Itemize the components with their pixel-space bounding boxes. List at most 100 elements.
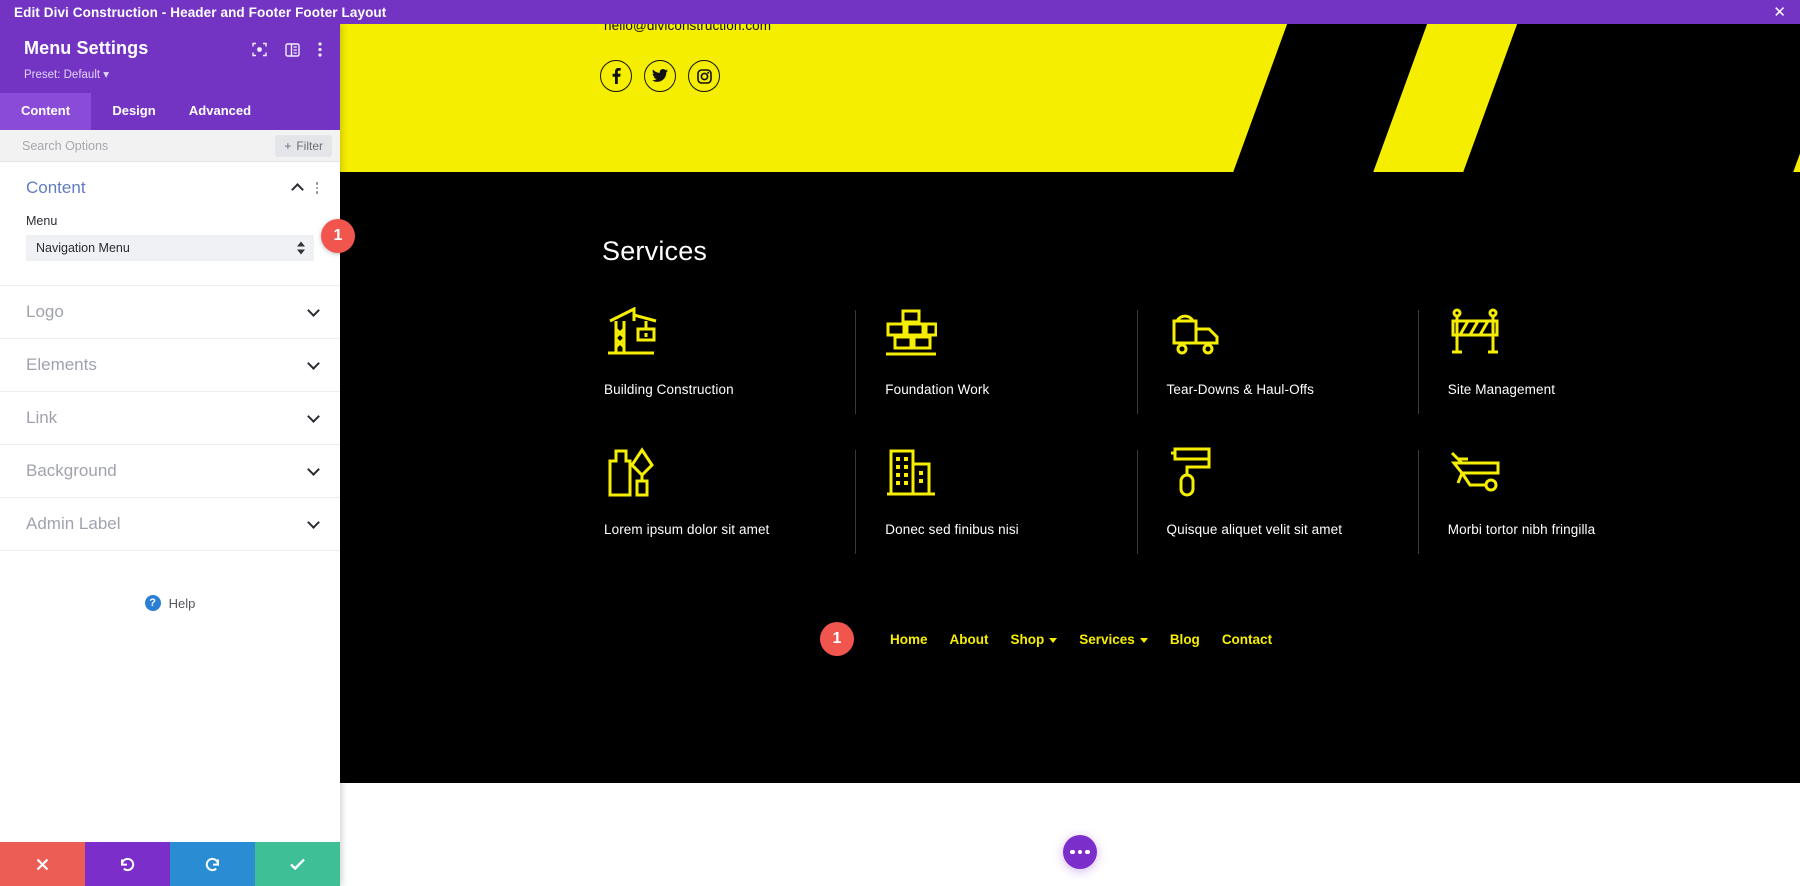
tab-content[interactable]: Content xyxy=(0,93,91,130)
service-item[interactable]: Building Construction xyxy=(600,304,881,444)
service-label: Site Management xyxy=(1447,382,1556,397)
chevron-down-icon[interactable] xyxy=(307,303,320,317)
buildings-icon xyxy=(885,444,1162,502)
chevron-down-icon[interactable] xyxy=(307,356,320,370)
redo-button[interactable] xyxy=(170,842,255,886)
section-admin-label: Admin Label xyxy=(0,498,340,551)
section-title: Elements xyxy=(26,355,97,374)
paint-roller-icon xyxy=(1167,444,1444,502)
footer-nav-label: Contact xyxy=(1221,631,1273,647)
footer-nav-item-services[interactable]: Services xyxy=(1079,632,1148,647)
service-item[interactable]: Lorem ipsum dolor sit amet xyxy=(600,444,881,584)
service-item[interactable]: Donec sed finibus nisi xyxy=(855,444,1162,584)
check-icon xyxy=(290,858,305,871)
brick-wall-icon xyxy=(885,304,1162,362)
footer-nav-item-home[interactable]: Home xyxy=(890,632,928,647)
service-item[interactable]: Tear-Downs & Haul-Offs xyxy=(1136,304,1444,444)
wheelbarrow-icon xyxy=(1448,444,1725,502)
footer-nav-label: Shop xyxy=(1010,631,1045,647)
dump-truck-icon xyxy=(1167,304,1444,362)
tab-design[interactable]: Design xyxy=(91,93,177,130)
footer-nav-item-about[interactable]: About xyxy=(950,632,989,647)
menu-select-badge: 1 xyxy=(321,219,355,253)
panel-preset-label[interactable]: Preset: Default ▾ xyxy=(24,67,322,81)
search-input[interactable] xyxy=(22,138,268,153)
focus-icon[interactable] xyxy=(252,42,267,62)
footer-navigation: 1 Home About Shop Services Blog Contact xyxy=(820,622,1272,656)
ellipsis-dot xyxy=(1085,849,1090,855)
service-label: Quisque aliquet velit sit amet xyxy=(1166,522,1343,537)
section-content: Content Menu Navigation Menu xyxy=(0,162,340,286)
chevron-down-icon[interactable] xyxy=(307,462,320,476)
section-body-content: Menu Navigation Menu xyxy=(0,214,340,285)
service-item[interactable]: Foundation Work xyxy=(855,304,1162,444)
menu-select[interactable]: Navigation Menu xyxy=(26,235,314,261)
section-header-link[interactable]: Link xyxy=(0,392,340,444)
ellipsis-dot xyxy=(1077,849,1083,855)
save-button[interactable] xyxy=(255,842,340,886)
footer-nav-label: Home xyxy=(890,631,928,647)
filter-button[interactable]: + Filter xyxy=(275,134,332,157)
panel-header-icons xyxy=(252,38,322,62)
section-header-logo[interactable]: Logo xyxy=(0,286,340,338)
service-item[interactable]: Quisque aliquet velit sit amet xyxy=(1136,444,1444,584)
panel-title: Menu Settings xyxy=(24,38,149,58)
social-links xyxy=(600,60,720,92)
divi-builder-window: Edit Divi Construction - Header and Foot… xyxy=(0,0,1800,886)
service-label: Donec sed finibus nisi xyxy=(885,522,1019,537)
services-heading: Services xyxy=(602,236,708,266)
service-label: Morbi tortor nibh fringilla xyxy=(1447,522,1596,537)
panel-action-bar xyxy=(0,842,340,886)
close-icon xyxy=(36,858,49,870)
chevron-down-icon xyxy=(1139,637,1148,643)
help-label: Help xyxy=(168,595,196,611)
panel-layout-icon[interactable] xyxy=(285,42,300,62)
footer-nav-label: About xyxy=(949,631,989,647)
tab-advanced[interactable]: Advanced xyxy=(177,93,263,130)
kebab-menu-icon[interactable] xyxy=(318,42,322,62)
footer-nav-badge: 1 xyxy=(820,622,854,656)
service-item[interactable]: Site Management xyxy=(1417,304,1725,444)
service-item[interactable]: Morbi tortor nibh fringilla xyxy=(1417,444,1725,584)
chevron-down-icon[interactable] xyxy=(307,409,320,423)
cancel-button[interactable] xyxy=(0,842,85,886)
section-kebab-icon[interactable] xyxy=(315,182,318,194)
window-title: Edit Divi Construction - Header and Foot… xyxy=(14,4,387,20)
facebook-icon[interactable] xyxy=(600,60,632,92)
window-titlebar: Edit Divi Construction - Header and Foot… xyxy=(0,0,1800,24)
section-header-content[interactable]: Content xyxy=(0,162,340,214)
section-header-admin-label[interactable]: Admin Label xyxy=(0,498,340,550)
section-title: Logo xyxy=(26,302,64,321)
builder-menu-button[interactable] xyxy=(1063,835,1097,869)
chevron-up-icon[interactable] xyxy=(290,183,304,196)
close-icon[interactable]: ✕ xyxy=(1767,3,1792,22)
footer-nav-item-blog[interactable]: Blog xyxy=(1170,632,1200,647)
section-title: Admin Label xyxy=(26,514,121,533)
search-bar: + Filter xyxy=(0,130,340,162)
service-label: Lorem ipsum dolor sit amet xyxy=(604,522,770,537)
help-link[interactable]: ? Help xyxy=(0,551,340,611)
section-background: Background xyxy=(0,445,340,498)
paint-tools-icon xyxy=(604,444,881,502)
crane-icon xyxy=(604,304,881,362)
undo-button[interactable] xyxy=(85,842,170,886)
select-stepper-icon xyxy=(297,241,305,255)
chevron-down-icon[interactable] xyxy=(307,515,320,529)
services-grid: Building Construction Foundation Work Te… xyxy=(600,304,1725,584)
service-label: Foundation Work xyxy=(885,382,990,397)
footer-nav-item-shop[interactable]: Shop xyxy=(1011,632,1058,647)
filter-label: Filter xyxy=(296,138,323,153)
help-icon: ? xyxy=(144,595,161,611)
section-title: Link xyxy=(26,408,58,427)
section-header-elements[interactable]: Elements xyxy=(0,339,340,391)
footer-nav-item-contact[interactable]: Contact xyxy=(1222,632,1272,647)
section-header-background[interactable]: Background xyxy=(0,445,340,497)
instagram-icon[interactable] xyxy=(688,60,720,92)
chevron-down-icon xyxy=(1049,637,1058,643)
module-settings-panel: Menu Settings Preset: Default ▾ Content … xyxy=(0,24,340,886)
undo-icon xyxy=(121,857,135,871)
contact-email[interactable]: hello@diviconstruction.com xyxy=(604,24,771,33)
ellipsis-dot xyxy=(1070,849,1075,855)
service-label: Building Construction xyxy=(604,382,734,397)
twitter-icon[interactable] xyxy=(644,60,676,92)
